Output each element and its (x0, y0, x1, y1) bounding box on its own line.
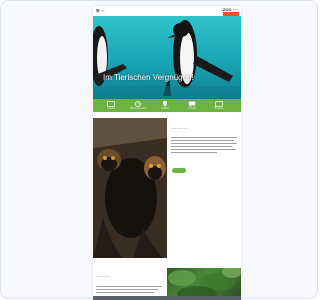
lower-text (96, 284, 162, 293)
quick-link-directions[interactable]: Anfahrt (156, 99, 174, 112)
breadcrumb: ··· (234, 114, 238, 117)
menu-button[interactable]: ☰ ··· (96, 8, 105, 13)
quick-link-label: Kontakt (187, 107, 197, 110)
quick-link-hours[interactable]: Öffnungszeiten (129, 99, 147, 112)
cookie-bar (93, 296, 241, 300)
lower-subtitle: ········ ···· (96, 278, 107, 281)
lemurs-image (93, 118, 167, 258)
quick-link-label: Zooplan (214, 107, 224, 110)
quick-link-zoo-map[interactable]: Zooplan (210, 99, 228, 112)
hero-title: Im Tierischen Vergnügen! (103, 73, 194, 82)
info-subtitle: ····· ······· (171, 130, 182, 133)
quick-links-bar: Tickets Öffnungszeiten Anfahrt Kontakt Z… (93, 99, 241, 112)
info-block: ······ ····· ···· ····· ······· (171, 126, 237, 154)
info-text (171, 137, 237, 154)
hero-banner: Im Tierischen Vergnügen! (93, 16, 241, 99)
info-more-button[interactable]: ···· (172, 168, 186, 173)
quick-link-tickets[interactable]: Tickets (102, 99, 120, 112)
lemur-photo (93, 118, 167, 258)
zoo-logo[interactable]: ZOO · ··· (211, 7, 239, 16)
website-page: ☰ ··· ZOO · ··· Im Tierischen Vergnügen! (93, 6, 241, 300)
penguins-illustration (93, 20, 241, 99)
quick-link-label: Öffnungszeiten (129, 107, 147, 110)
preview-frame: ☰ ··· ZOO · ··· Im Tierischen Vergnügen! (0, 0, 318, 300)
top-bar: ☰ ··· ZOO · ··· (93, 6, 241, 16)
quick-link-label: Tickets (107, 107, 115, 110)
quick-link-label: Anfahrt (160, 107, 170, 110)
quick-link-contact[interactable]: Kontakt (183, 99, 201, 112)
